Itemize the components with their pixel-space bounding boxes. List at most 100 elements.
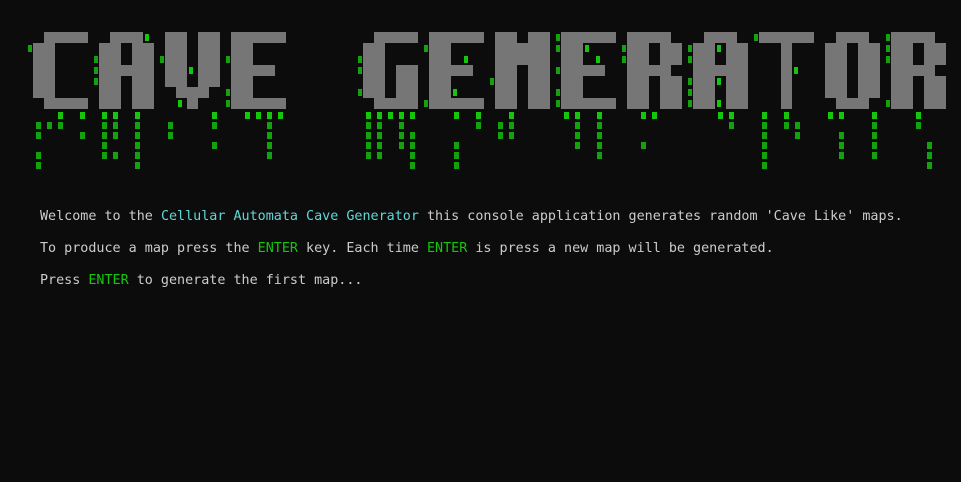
title-drip-pixel [36, 122, 41, 129]
title-letter-pixel [869, 76, 880, 87]
title-glow-pixel [794, 67, 798, 74]
title-letter-pixel [33, 43, 44, 54]
title-drip-pixel [366, 142, 371, 149]
title-letter-pixel [825, 65, 836, 76]
title-drip-pixel [509, 122, 514, 129]
title-letter-pixel [528, 98, 539, 109]
title-drip-pixel [80, 112, 85, 119]
prompt-prefix: Press [40, 273, 89, 288]
title-drip-pixel [256, 112, 261, 119]
title-shade-pixel [490, 78, 494, 85]
title-letter-pixel [429, 43, 440, 54]
title-letter-pixel [440, 87, 451, 98]
title-letter-pixel [539, 54, 550, 65]
title-letter-pixel [660, 54, 671, 65]
welcome-prefix: Welcome to the [40, 209, 161, 224]
title-letter-pixel [660, 76, 671, 87]
title-glow-pixel [178, 100, 182, 107]
title-letter-pixel [33, 54, 44, 65]
title-letter-pixel [209, 76, 220, 87]
title-letter-pixel [825, 87, 836, 98]
title-drip-pixel [377, 132, 382, 139]
title-letter-pixel [407, 65, 418, 76]
title-letter-pixel [759, 32, 770, 43]
title-letter-pixel [77, 32, 88, 43]
title-letter-pixel [132, 43, 143, 54]
title-letter-pixel [77, 98, 88, 109]
title-letter-pixel [407, 98, 418, 109]
title-letter-pixel [737, 65, 748, 76]
title-drip-pixel [454, 152, 459, 159]
title-letter-pixel [836, 32, 847, 43]
title-drip-pixel [762, 152, 767, 159]
title-letter-pixel [110, 76, 121, 87]
title-letter-pixel [924, 87, 935, 98]
title-letter-pixel [924, 65, 935, 76]
title-glow-pixel [189, 67, 193, 74]
title-letter-pixel [825, 43, 836, 54]
title-letter-pixel [572, 76, 583, 87]
title-letter-pixel [363, 43, 374, 54]
title-letter-pixel [44, 43, 55, 54]
title-drip-pixel [377, 152, 382, 159]
title-letter-pixel [638, 98, 649, 109]
title-letter-pixel [242, 54, 253, 65]
title-letter-pixel [506, 43, 517, 54]
title-letter-pixel [44, 32, 55, 43]
title-shade-pixel [556, 67, 560, 74]
title-drip-pixel [784, 122, 789, 129]
title-letter-pixel [198, 65, 209, 76]
title-shade-pixel [622, 45, 626, 52]
title-shade-pixel [688, 45, 692, 52]
title-letter-pixel [451, 98, 462, 109]
title-letter-pixel [594, 32, 605, 43]
title-drip-pixel [102, 152, 107, 159]
ascii-title-banner [0, 0, 961, 200]
title-drip-pixel [102, 142, 107, 149]
title-letter-pixel [572, 32, 583, 43]
title-letter-pixel [770, 32, 781, 43]
title-letter-pixel [275, 98, 286, 109]
title-letter-pixel [869, 43, 880, 54]
title-letter-pixel [638, 43, 649, 54]
title-letter-pixel [176, 87, 187, 98]
title-shade-pixel [688, 78, 692, 85]
title-drip-pixel [399, 132, 404, 139]
title-drip-pixel [399, 142, 404, 149]
title-letter-pixel [495, 43, 506, 54]
title-letter-pixel [902, 76, 913, 87]
title-letter-pixel [726, 54, 737, 65]
title-letter-pixel [429, 98, 440, 109]
title-letter-pixel [143, 54, 154, 65]
title-letter-pixel [495, 65, 506, 76]
title-letter-pixel [440, 32, 451, 43]
title-letter-pixel [363, 87, 374, 98]
title-letter-pixel [495, 54, 506, 65]
title-letter-pixel [110, 54, 121, 65]
title-drip-pixel [168, 132, 173, 139]
title-letter-pixel [627, 32, 638, 43]
title-glow-pixel [596, 56, 600, 63]
title-letter-pixel [495, 98, 506, 109]
title-letter-pixel [110, 98, 121, 109]
title-letter-pixel [935, 43, 946, 54]
title-letter-pixel [385, 98, 396, 109]
title-drip-pixel [828, 112, 833, 119]
title-shade-pixel [94, 67, 98, 74]
title-drip-pixel [927, 152, 932, 159]
title-letter-pixel [726, 87, 737, 98]
title-drip-pixel [102, 112, 107, 119]
title-letter-pixel [165, 54, 176, 65]
title-letter-pixel [891, 43, 902, 54]
title-letter-pixel [737, 87, 748, 98]
title-letter-pixel [363, 76, 374, 87]
title-letter-pixel [781, 65, 792, 76]
title-letter-pixel [143, 76, 154, 87]
title-letter-pixel [429, 54, 440, 65]
title-drip-pixel [916, 112, 921, 119]
title-letter-pixel [913, 32, 924, 43]
title-shade-pixel [358, 89, 362, 96]
title-drip-pixel [762, 112, 767, 119]
title-drip-pixel [762, 122, 767, 129]
title-drip-pixel [839, 142, 844, 149]
